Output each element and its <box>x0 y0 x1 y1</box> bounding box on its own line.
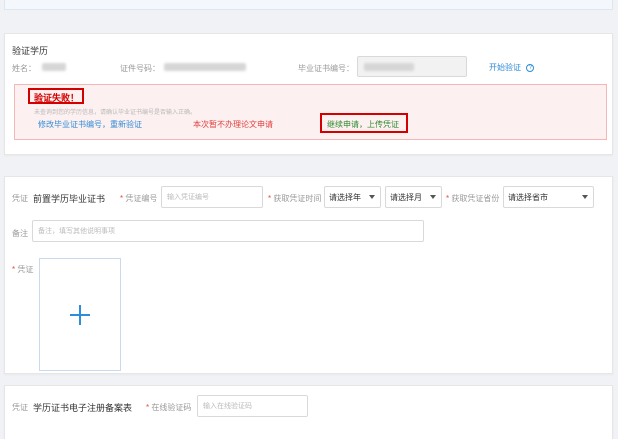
upload-label-text: 凭证 <box>17 265 34 274</box>
proof-title: 前置学历毕业证书 <box>33 194 106 204</box>
name-value <box>42 63 66 71</box>
upload-label: * 凭证 <box>12 265 34 274</box>
province-select-value: 请选择省市 <box>508 192 548 202</box>
code-label: * 在线验证码 <box>146 403 192 412</box>
skip-apply-link[interactable]: 本次暂不办理论文申请 <box>193 119 273 130</box>
time-label-text: 获取凭证时间 <box>273 194 322 203</box>
proof-no-label: * 凭证编号 <box>120 194 158 203</box>
verify-title: 验证学历 <box>12 46 49 56</box>
remark-input[interactable]: 备注，填写其他说明事项 <box>32 220 424 242</box>
plus-icon-vertical <box>79 305 81 325</box>
start-verify-link[interactable]: 开始验证 ? <box>489 62 535 73</box>
month-select[interactable]: 请选择月 <box>385 186 442 208</box>
province-label: * 获取凭证省份 <box>446 194 500 203</box>
top-strip <box>4 0 613 10</box>
id-value <box>164 63 246 71</box>
id-label: 证件号码： <box>120 64 160 73</box>
cert-number-input[interactable] <box>357 56 467 77</box>
month-select-value: 请选择月 <box>390 192 422 202</box>
help-icon[interactable]: ? <box>526 63 535 72</box>
year-select[interactable]: 请选择年 <box>324 186 381 208</box>
cert-label: 毕业证书编号： <box>298 64 354 73</box>
chevron-down-icon <box>430 195 436 199</box>
remark-label: 备注 <box>12 229 28 238</box>
province-select[interactable]: 请选择省市 <box>503 186 594 208</box>
chevron-down-icon <box>369 195 375 199</box>
modify-cert-link[interactable]: 修改毕业证书编号，重新验证 <box>38 119 142 130</box>
verify-code-input[interactable]: 输入在线验证码 <box>197 395 308 417</box>
continue-upload-link[interactable]: 继续申请，上传凭证 <box>327 119 399 130</box>
cert-number-value <box>364 63 414 71</box>
report-prefix: 凭证 <box>12 403 28 412</box>
time-label: * 获取凭证时间 <box>268 194 322 203</box>
chevron-down-icon <box>582 195 588 199</box>
proof-prefix: 凭证 <box>12 194 28 203</box>
name-label: 姓名： <box>12 64 36 73</box>
proof-no-input[interactable]: 输入凭证编号 <box>161 186 263 208</box>
start-verify-label: 开始验证 <box>489 63 521 72</box>
fail-message: 未查询到您的学历信息，请确认毕业证书编号是否输入正确。 <box>34 110 197 116</box>
code-label-text: 在线验证码 <box>151 403 192 412</box>
proof-no-label-text: 凭证编号 <box>125 194 158 203</box>
report-title: 学历证书电子注册备案表 <box>33 403 133 413</box>
province-label-text: 获取凭证省份 <box>451 194 500 203</box>
fail-title: 验证失败！ <box>34 93 80 103</box>
upload-box[interactable] <box>39 258 121 371</box>
year-select-value: 请选择年 <box>329 192 361 202</box>
